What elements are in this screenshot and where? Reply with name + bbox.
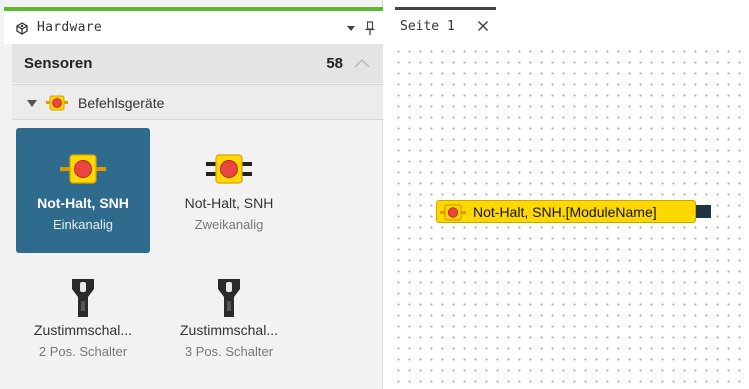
emergency-stop-icon xyxy=(46,95,68,111)
module-body[interactable]: Not-Halt, SNH.[ModuleName] xyxy=(436,200,696,223)
tile-title: Zustimmschal... xyxy=(33,322,132,338)
canvas-module-not-halt[interactable]: Not-Halt, SNH.[ModuleName] xyxy=(436,200,711,223)
group-label: Befehlsgeräte xyxy=(78,95,165,111)
pin-icon[interactable] xyxy=(363,20,377,36)
module-output-port[interactable] xyxy=(696,205,711,218)
tile-subtitle: Einkanalig xyxy=(53,217,113,232)
tile-not-halt-einkanalig[interactable]: Not-Halt, SNH Einkanalig xyxy=(16,128,150,253)
tile-subtitle: 3 Pos. Schalter xyxy=(184,344,274,359)
tile-title: Not-Halt, SNH xyxy=(184,195,274,211)
tile-subtitle: 2 Pos. Schalter xyxy=(38,344,128,359)
hardware-panel: Hardware Sensoren 58 Befehlsgeräte Not-H… xyxy=(0,0,383,389)
emergency-stop-single-icon xyxy=(60,154,106,184)
tile-zustimmschalter-3pos[interactable]: Zustimmschal... 3 Pos. Schalter xyxy=(162,255,296,380)
caret-down-icon[interactable] xyxy=(27,98,37,108)
tile-zustimmschalter-2pos[interactable]: Zustimmschal... 2 Pos. Schalter xyxy=(16,255,150,380)
hardware-icon xyxy=(16,22,28,35)
tab-strip: Seite 1 xyxy=(384,0,749,42)
category-sensoren-header[interactable]: Sensoren 58 xyxy=(12,44,383,83)
emergency-stop-dual-icon xyxy=(206,154,252,184)
panel-header: Hardware xyxy=(4,11,383,44)
group-befehlsgeraete[interactable]: Befehlsgeräte xyxy=(12,84,383,120)
chevron-down-icon[interactable] xyxy=(344,21,358,35)
panel-title: Hardware xyxy=(37,20,103,35)
tile-not-halt-zweikanalig[interactable]: Not-Halt, SNH Zweikanalig xyxy=(162,128,296,253)
tab-label: Seite 1 xyxy=(400,19,455,34)
tile-title: Zustimmschal... xyxy=(179,322,278,338)
tile-title: Not-Halt, SNH xyxy=(37,195,129,211)
design-canvas[interactable]: Not-Halt, SNH.[ModuleName] xyxy=(390,42,749,389)
category-title: Sensoren xyxy=(24,55,93,72)
close-icon[interactable] xyxy=(477,20,489,32)
enabling-switch-icon xyxy=(218,279,240,317)
category-count-badge: 58 xyxy=(326,55,343,72)
tile-subtitle: Zweikanalig xyxy=(194,217,264,232)
enabling-switch-icon xyxy=(72,279,94,317)
emergency-stop-icon xyxy=(440,204,466,221)
module-label: Not-Halt, SNH.[ModuleName] xyxy=(473,204,657,220)
chevron-up-icon[interactable] xyxy=(353,57,371,69)
tab-seite-1[interactable]: Seite 1 xyxy=(395,7,496,42)
